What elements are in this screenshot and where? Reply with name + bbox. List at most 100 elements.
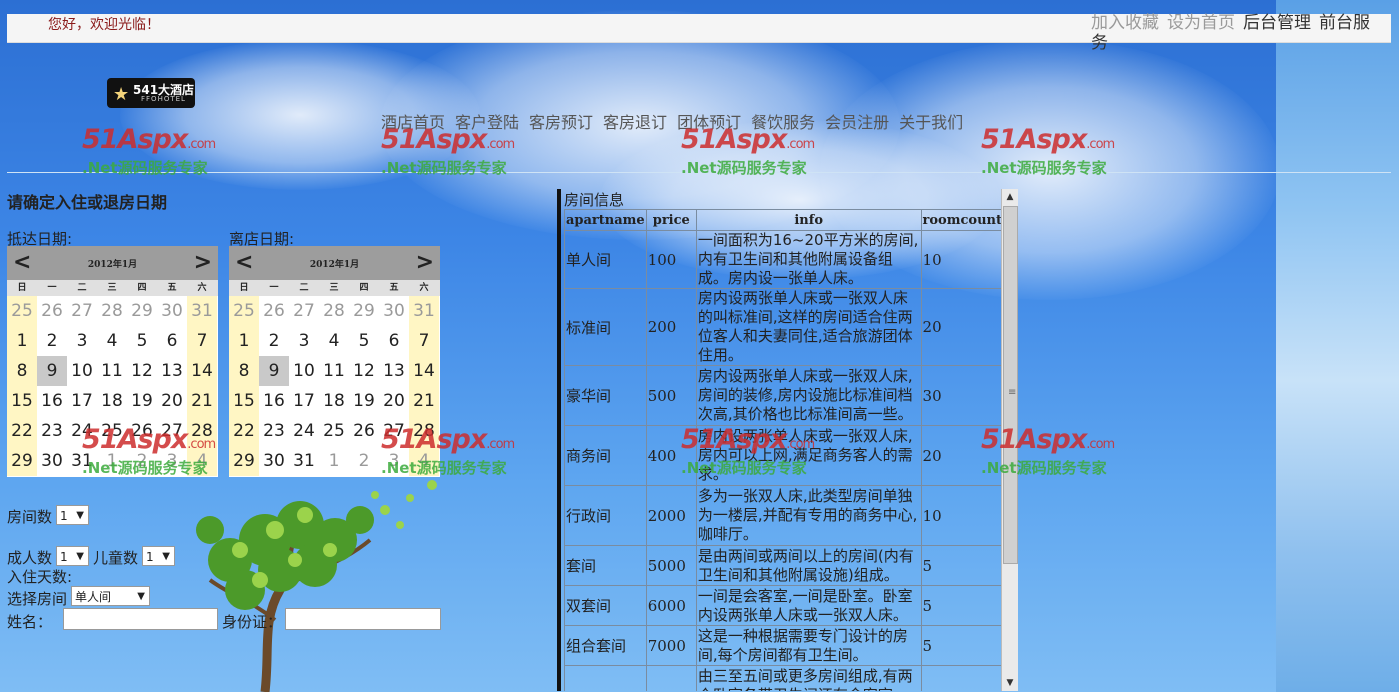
calendar-day[interactable]: 1 [7,326,37,356]
calendar-day[interactable]: 27 [379,416,409,446]
id-input[interactable] [285,608,441,630]
calendar-day[interactable]: 29 [349,296,379,326]
calendar-day[interactable]: 2 [349,446,379,476]
calendar-day[interactable]: 22 [229,416,259,446]
calendar-day[interactable]: 12 [349,356,379,386]
calendar-day[interactable]: 4 [97,326,127,356]
calendar-day[interactable]: 25 [7,296,37,326]
calendar-day[interactable]: 6 [157,326,187,356]
calendar-day[interactable]: 4 [187,446,217,476]
calendar-day[interactable]: 26 [37,296,67,326]
calendar-day[interactable]: 26 [259,296,289,326]
calendar-day[interactable]: 2 [259,326,289,356]
calendar-day[interactable]: 21 [187,386,217,416]
calendar-day[interactable]: 20 [157,386,187,416]
calendar-day[interactable]: 4 [319,326,349,356]
nav-item-dining[interactable]: 餐饮服务 [751,113,815,132]
nav-item-booking[interactable]: 客房预订 [529,113,593,132]
admin-link[interactable]: 后台管理 [1243,13,1311,33]
scroll-up-icon[interactable]: ▲ [1002,189,1018,205]
calendar-day[interactable]: 15 [229,386,259,416]
calendar-day[interactable]: 25 [319,416,349,446]
calendar-day[interactable]: 30 [157,296,187,326]
calendar-day[interactable]: 18 [97,386,127,416]
calendar-day[interactable]: 11 [97,356,127,386]
calendar-day[interactable]: 3 [67,326,97,356]
calendar-day[interactable]: 5 [349,326,379,356]
calendar-day[interactable]: 24 [289,416,319,446]
calendar-day[interactable]: 16 [259,386,289,416]
room-type-select[interactable]: 单人间 ▼ [71,586,150,606]
calendar-day[interactable]: 4 [409,446,439,476]
hotel-logo[interactable]: ★ 541大酒店 FFOHOTEL [107,78,195,108]
calendar-day[interactable]: 9 [259,356,289,386]
calendar-day[interactable]: 30 [37,446,67,476]
calendar-day[interactable]: 10 [289,356,319,386]
scroll-thumb[interactable]: ≡ [1003,206,1018,564]
calendar-day[interactable]: 12 [127,356,157,386]
calendar-day[interactable]: 19 [127,386,157,416]
calendar-day[interactable]: 15 [7,386,37,416]
calendar-day[interactable]: 19 [349,386,379,416]
calendar-day[interactable]: 1 [319,446,349,476]
calendar-day[interactable]: 6 [379,326,409,356]
calendar-day[interactable]: 23 [259,416,289,446]
rooms-select[interactable]: 1 ▼ [56,505,89,525]
calendar-day[interactable]: 3 [157,446,187,476]
calendar-day[interactable]: 13 [157,356,187,386]
calendar-day[interactable]: 31 [67,446,97,476]
calendar-day[interactable]: 28 [187,416,217,446]
calendar-day[interactable]: 28 [409,416,439,446]
calendar-day[interactable]: 7 [187,326,217,356]
calendar-day[interactable]: 24 [67,416,97,446]
calendar-day[interactable]: 14 [187,356,217,386]
name-input[interactable] [63,608,218,630]
calendar-day[interactable]: 30 [259,446,289,476]
calendar-day[interactable]: 17 [289,386,319,416]
nav-item-cancel[interactable]: 客房退订 [603,113,667,132]
add-favorite-link[interactable]: 加入收藏 [1091,13,1159,33]
calendar-day[interactable]: 1 [229,326,259,356]
scrollbar[interactable]: ▲ ≡ ▼ [1001,189,1018,691]
calendar-day[interactable]: 27 [67,296,97,326]
calendar-day[interactable]: 1 [97,446,127,476]
calendar-day[interactable]: 25 [97,416,127,446]
calendar-day[interactable]: 10 [67,356,97,386]
calendar-day[interactable]: 2 [37,326,67,356]
calendar-day[interactable]: 23 [37,416,67,446]
nav-item-home[interactable]: 酒店首页 [381,113,445,132]
calendar-day[interactable]: 3 [379,446,409,476]
calendar-day[interactable]: 25 [229,296,259,326]
calendar-day[interactable]: 7 [409,326,439,356]
nav-item-group[interactable]: 团体预订 [677,113,741,132]
calendar-day[interactable]: 14 [409,356,439,386]
next-month-button[interactable]: > [194,250,212,275]
calendar-day[interactable]: 29 [7,446,37,476]
calendar-day[interactable]: 3 [289,326,319,356]
calendar-day[interactable]: 9 [37,356,67,386]
adults-select[interactable]: 1 ▼ [56,546,89,566]
calendar-day[interactable]: 17 [67,386,97,416]
calendar-day[interactable]: 28 [97,296,127,326]
calendar-day[interactable]: 5 [127,326,157,356]
calendar-day[interactable]: 11 [319,356,349,386]
calendar-day[interactable]: 16 [37,386,67,416]
calendar-day[interactable]: 26 [349,416,379,446]
calendar-day[interactable]: 2 [127,446,157,476]
next-month-button[interactable]: > [416,250,434,275]
calendar-day[interactable]: 21 [409,386,439,416]
calendar-day[interactable]: 27 [157,416,187,446]
calendar-day[interactable]: 31 [187,296,217,326]
nav-item-about[interactable]: 关于我们 [899,113,963,132]
calendar-day[interactable]: 31 [409,296,439,326]
calendar-day[interactable]: 31 [289,446,319,476]
children-select[interactable]: 1 ▼ [142,546,175,566]
nav-item-login[interactable]: 客户登陆 [455,113,519,132]
calendar-day[interactable]: 28 [319,296,349,326]
set-homepage-link[interactable]: 设为首页 [1167,13,1235,33]
calendar-day[interactable]: 26 [127,416,157,446]
nav-item-register[interactable]: 会员注册 [825,113,889,132]
calendar-day[interactable]: 20 [379,386,409,416]
calendar-day[interactable]: 29 [127,296,157,326]
calendar-day[interactable]: 30 [379,296,409,326]
